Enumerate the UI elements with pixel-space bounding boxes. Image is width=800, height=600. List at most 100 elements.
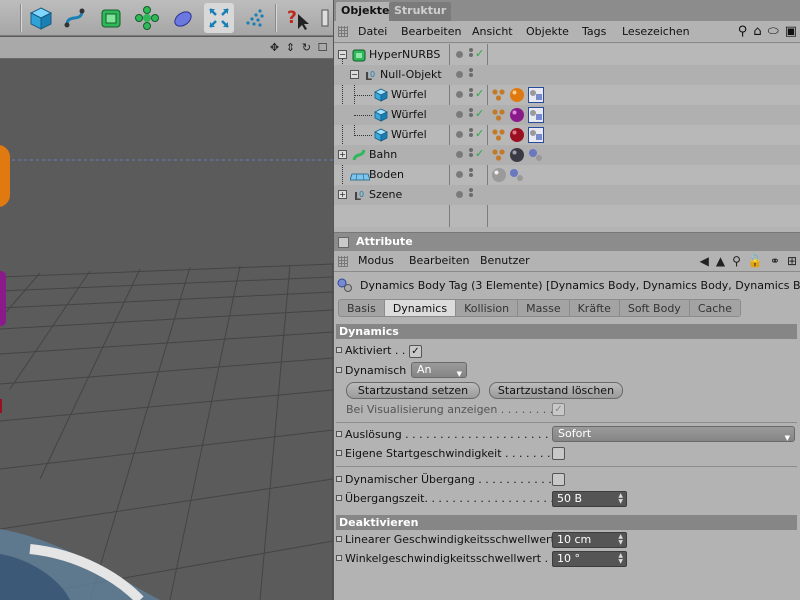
- panel-grip-icon[interactable]: [338, 26, 348, 37]
- menu-bearbeiten[interactable]: Bearbeiten: [401, 25, 461, 39]
- oval-icon[interactable]: ⬭: [768, 24, 779, 39]
- tab-kollision[interactable]: Kollision: [456, 299, 519, 317]
- object-row-bahn[interactable]: + Bahn ✓: [334, 145, 800, 165]
- animation-key-icon[interactable]: [336, 450, 342, 456]
- startgeschwindigkeit-checkbox[interactable]: [552, 447, 565, 460]
- compositing-tag-icon[interactable]: [491, 147, 507, 163]
- editor-visibility-dot[interactable]: [456, 111, 463, 118]
- object-row-hypernurbs[interactable]: − HyperNURBS ✓: [334, 45, 800, 65]
- animation-key-icon[interactable]: [336, 347, 342, 353]
- render-visibility-dots[interactable]: [469, 88, 473, 102]
- object-list[interactable]: − HyperNURBS ✓ − L0 Null-Objekt Würfel ✓: [334, 44, 800, 227]
- menu-bearbeiten[interactable]: Bearbeiten: [409, 254, 469, 268]
- ausloesung-dropdown[interactable]: Sofort ▼: [552, 426, 795, 442]
- search-icon[interactable]: ⚲: [738, 24, 748, 39]
- animation-key-icon[interactable]: [336, 367, 342, 373]
- object-row-wuerfel[interactable]: Würfel ✓: [334, 105, 800, 125]
- render-visibility-dots[interactable]: [469, 108, 473, 122]
- animation-key-icon[interactable]: [336, 476, 342, 482]
- compositing-tag-icon[interactable]: [491, 87, 507, 103]
- red-object[interactable]: [0, 399, 2, 413]
- object-row-szene[interactable]: + L0 Szene: [334, 185, 800, 205]
- object-row-null-objekt[interactable]: − L0 Null-Objekt: [334, 65, 800, 85]
- compositing-tag-icon[interactable]: [491, 107, 507, 123]
- search-icon[interactable]: ⚲: [732, 254, 741, 268]
- collapse-icon[interactable]: −: [338, 50, 347, 59]
- link-icon[interactable]: ⚭: [770, 254, 780, 268]
- viewport-3d-scene[interactable]: [0, 59, 333, 600]
- tab-soft-body[interactable]: Soft Body: [619, 299, 690, 317]
- animation-key-icon[interactable]: [336, 495, 342, 501]
- render-visibility-dots[interactable]: [469, 128, 473, 142]
- orange-object[interactable]: [0, 145, 10, 207]
- purple-object[interactable]: [0, 271, 6, 326]
- tab-cache[interactable]: Cache: [689, 299, 742, 317]
- tab-basis[interactable]: Basis: [338, 299, 385, 317]
- home-icon[interactable]: ⌂: [753, 24, 761, 39]
- tab-objekte[interactable]: Objekte: [336, 2, 395, 21]
- collider-body-tag-icon[interactable]: [509, 167, 525, 183]
- scene-tool-icon[interactable]: [204, 3, 234, 33]
- cube-tool-icon[interactable]: [26, 3, 56, 33]
- winkel-schwellwert-input[interactable]: 10 ° ▲ ▼: [552, 551, 627, 567]
- help-cursor-icon[interactable]: ?: [282, 3, 312, 33]
- window-icon[interactable]: ▣: [785, 24, 797, 39]
- expand-icon[interactable]: +: [338, 150, 347, 159]
- move-view-icon[interactable]: ✥: [268, 41, 281, 54]
- panel-toggle-icon[interactable]: [338, 237, 349, 248]
- toolbar-overflow-icon[interactable]: [318, 3, 332, 33]
- visualisierung-checkbox[interactable]: ✓: [552, 403, 565, 416]
- array-tool-icon[interactable]: [132, 3, 162, 33]
- material-tag-grey-icon[interactable]: [491, 167, 507, 183]
- particle-tool-icon[interactable]: [240, 3, 270, 33]
- tab-masse[interactable]: Masse: [518, 299, 570, 317]
- render-visibility-dots[interactable]: [469, 68, 473, 82]
- object-row-boden[interactable]: Boden: [334, 165, 800, 185]
- material-tag-orange-icon[interactable]: [509, 87, 525, 103]
- nurbs-tool-icon[interactable]: [96, 3, 126, 33]
- menu-benutzer[interactable]: Benutzer: [480, 254, 530, 268]
- collider-body-tag-icon[interactable]: [528, 147, 544, 163]
- new-window-icon[interactable]: ⊞: [787, 254, 797, 268]
- menu-tags[interactable]: Tags: [582, 25, 606, 39]
- lock-icon[interactable]: 🔓: [748, 254, 763, 268]
- editor-visibility-dot[interactable]: [456, 191, 463, 198]
- stepper-arrows-icon[interactable]: ▲ ▼: [618, 493, 623, 505]
- editor-visibility-dot[interactable]: [456, 131, 463, 138]
- enabled-check-icon[interactable]: ✓: [475, 87, 484, 100]
- tab-dynamics[interactable]: Dynamics: [384, 299, 457, 317]
- expand-icon[interactable]: +: [338, 190, 347, 199]
- maximize-view-icon[interactable]: ☐: [316, 41, 329, 54]
- stepper-arrows-icon[interactable]: ▲ ▼: [618, 553, 623, 565]
- editor-visibility-dot[interactable]: [456, 171, 463, 178]
- linear-schwellwert-input[interactable]: 10 cm ▲ ▼: [552, 532, 627, 548]
- menu-modus[interactable]: Modus: [358, 254, 394, 268]
- enabled-check-icon[interactable]: ✓: [475, 47, 484, 60]
- menu-objekte[interactable]: Objekte: [526, 25, 569, 39]
- dynamischer-uebergang-checkbox[interactable]: [552, 473, 565, 486]
- editor-visibility-dot[interactable]: [456, 91, 463, 98]
- editor-visibility-dot[interactable]: [456, 71, 463, 78]
- animation-key-icon[interactable]: [336, 536, 342, 542]
- material-tag-purple-icon[interactable]: [509, 107, 525, 123]
- tab-struktur[interactable]: Struktur: [389, 2, 452, 21]
- deformer-tool-icon[interactable]: [168, 3, 198, 33]
- enabled-check-icon[interactable]: ✓: [475, 107, 484, 120]
- render-visibility-dots[interactable]: [469, 168, 473, 182]
- enabled-check-icon[interactable]: ✓: [475, 127, 484, 140]
- dynamics-body-tag-icon[interactable]: [528, 127, 544, 143]
- object-row-wuerfel[interactable]: Würfel ✓: [334, 125, 800, 145]
- menu-datei[interactable]: Datei: [358, 25, 387, 39]
- render-visibility-dots[interactable]: [469, 148, 473, 162]
- dynamics-body-tag-icon[interactable]: [528, 87, 544, 103]
- spline-tool-icon[interactable]: [60, 3, 90, 33]
- dynamisch-dropdown[interactable]: An ▼: [411, 362, 467, 378]
- back-arrow-icon[interactable]: ◀: [700, 254, 709, 268]
- startzustand-setzen-button[interactable]: Startzustand setzen: [346, 382, 480, 399]
- compositing-tag-icon[interactable]: [491, 127, 507, 143]
- menu-lesezeichen[interactable]: Lesezeichen: [622, 25, 690, 39]
- render-visibility-dots[interactable]: [469, 48, 473, 62]
- viewport-panel[interactable]: ? ✥ ⇕ ↻ ☐: [0, 0, 333, 600]
- object-row-wuerfel[interactable]: Würfel ✓: [334, 85, 800, 105]
- animation-key-icon[interactable]: [336, 555, 342, 561]
